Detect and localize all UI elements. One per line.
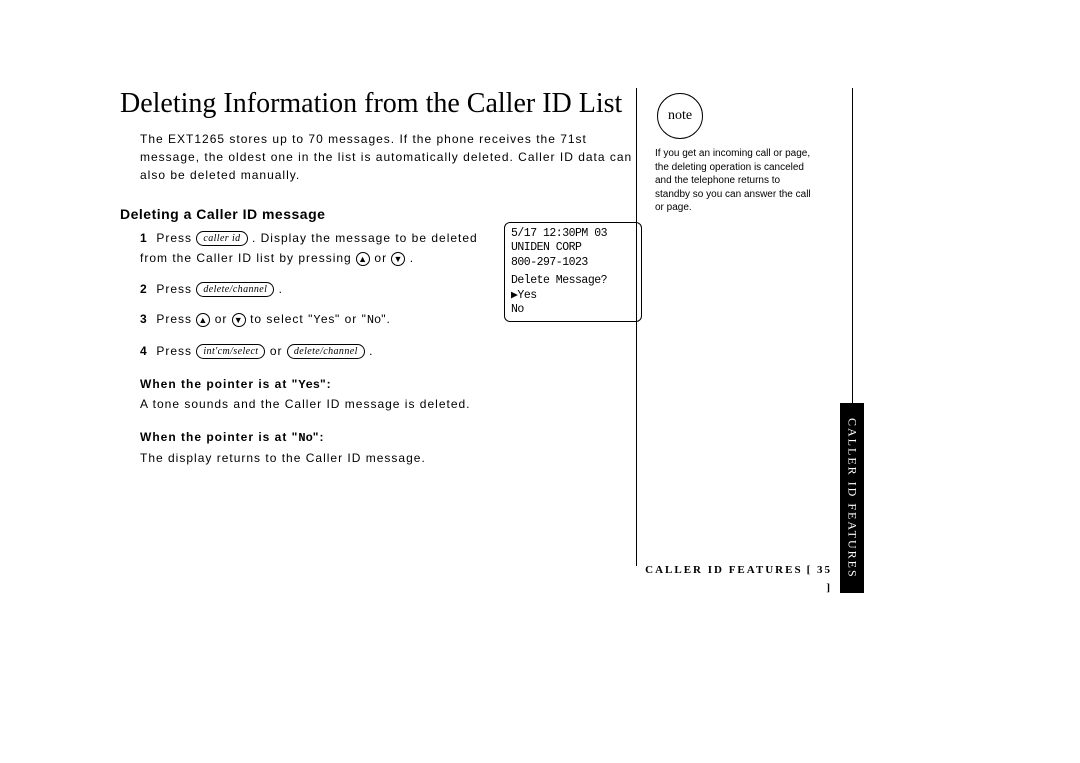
lcd-line: No xyxy=(511,303,635,317)
step-number: 2 xyxy=(140,279,152,299)
delete-channel-key: delete/channel xyxy=(196,282,274,297)
step-3: 3 Press ▲ or ▼ to select "Yes" or "No". xyxy=(140,309,480,330)
intcm-select-key: int'cm/select xyxy=(196,344,265,359)
step-text: Press xyxy=(156,231,192,245)
caller-id-key: caller id xyxy=(196,231,247,246)
step-list: 1 Press caller id . Display the message … xyxy=(140,228,480,361)
down-arrow-icon: ▼ xyxy=(391,252,405,266)
note-block: note If you get an incoming call or page… xyxy=(655,93,825,215)
result-yes-title: ": xyxy=(320,377,332,391)
no-option: No xyxy=(367,313,381,327)
result-yes-body: A tone sounds and the Caller ID message … xyxy=(140,397,471,411)
divider-line xyxy=(636,88,637,566)
step-text: or xyxy=(374,251,387,265)
page-footer: CALLER ID FEATURES [ 35 ] xyxy=(636,560,836,596)
step-text: Press xyxy=(156,282,192,296)
step-number: 4 xyxy=(140,341,152,361)
result-no-body: The display returns to the Caller ID mes… xyxy=(140,451,426,465)
tab-label: CALLER ID FEATURES xyxy=(840,403,864,593)
delete-channel-key: delete/channel xyxy=(287,344,365,359)
step-number: 3 xyxy=(140,309,152,329)
lcd-line: 5/17 12:30PM 03 xyxy=(511,227,635,241)
step-1: 1 Press caller id . Display the message … xyxy=(140,228,480,269)
step-4: 4 Press int'cm/select or delete/channel … xyxy=(140,341,480,361)
lcd-line: Delete Message? xyxy=(511,274,635,288)
step-text: . xyxy=(279,282,283,296)
note-icon: note xyxy=(657,93,703,139)
display-screen: 5/17 12:30PM 03 UNIDEN CORP 800-297-1023… xyxy=(504,222,642,322)
intro-paragraph: The EXT1265 stores up to 70 messages. If… xyxy=(140,130,650,184)
step-text: " or " xyxy=(335,312,367,326)
result-no: When the pointer is at "No": The display… xyxy=(140,428,620,467)
step-2: 2 Press delete/channel . xyxy=(140,279,480,299)
lcd-line: 800-297-1023 xyxy=(511,256,635,270)
step-text: or xyxy=(215,312,232,326)
result-yes: When the pointer is at "Yes": A tone sou… xyxy=(140,375,620,414)
lcd-line: ▶Yes xyxy=(511,289,635,303)
down-arrow-icon: ▼ xyxy=(232,313,246,327)
footer-page-number: [ 35 ] xyxy=(807,564,832,594)
step-text: . xyxy=(410,251,414,265)
yes-option: Yes xyxy=(313,313,335,327)
up-arrow-icon: ▲ xyxy=(356,252,370,266)
result-no-title: ": xyxy=(313,430,325,444)
step-text: Press xyxy=(156,312,192,326)
lcd-line: UNIDEN CORP xyxy=(511,241,635,255)
step-number: 1 xyxy=(140,228,152,248)
result-no-title: When the pointer is at " xyxy=(140,430,298,444)
note-text: If you get an incoming call or page, the… xyxy=(655,147,815,215)
step-text: or xyxy=(270,344,287,358)
step-text: to select " xyxy=(250,312,313,326)
result-yes-title: When the pointer is at " xyxy=(140,377,298,391)
step-text: ". xyxy=(381,312,391,326)
section-tab: CALLER ID FEATURES xyxy=(840,88,864,593)
up-arrow-icon: ▲ xyxy=(196,313,210,327)
results-block: When the pointer is at "Yes": A tone sou… xyxy=(140,375,620,468)
step-text: . xyxy=(369,344,373,358)
step-text: Press xyxy=(156,344,192,358)
yes-option: Yes xyxy=(298,378,320,392)
footer-section: CALLER ID FEATURES xyxy=(645,564,802,576)
no-option: No xyxy=(298,431,312,445)
